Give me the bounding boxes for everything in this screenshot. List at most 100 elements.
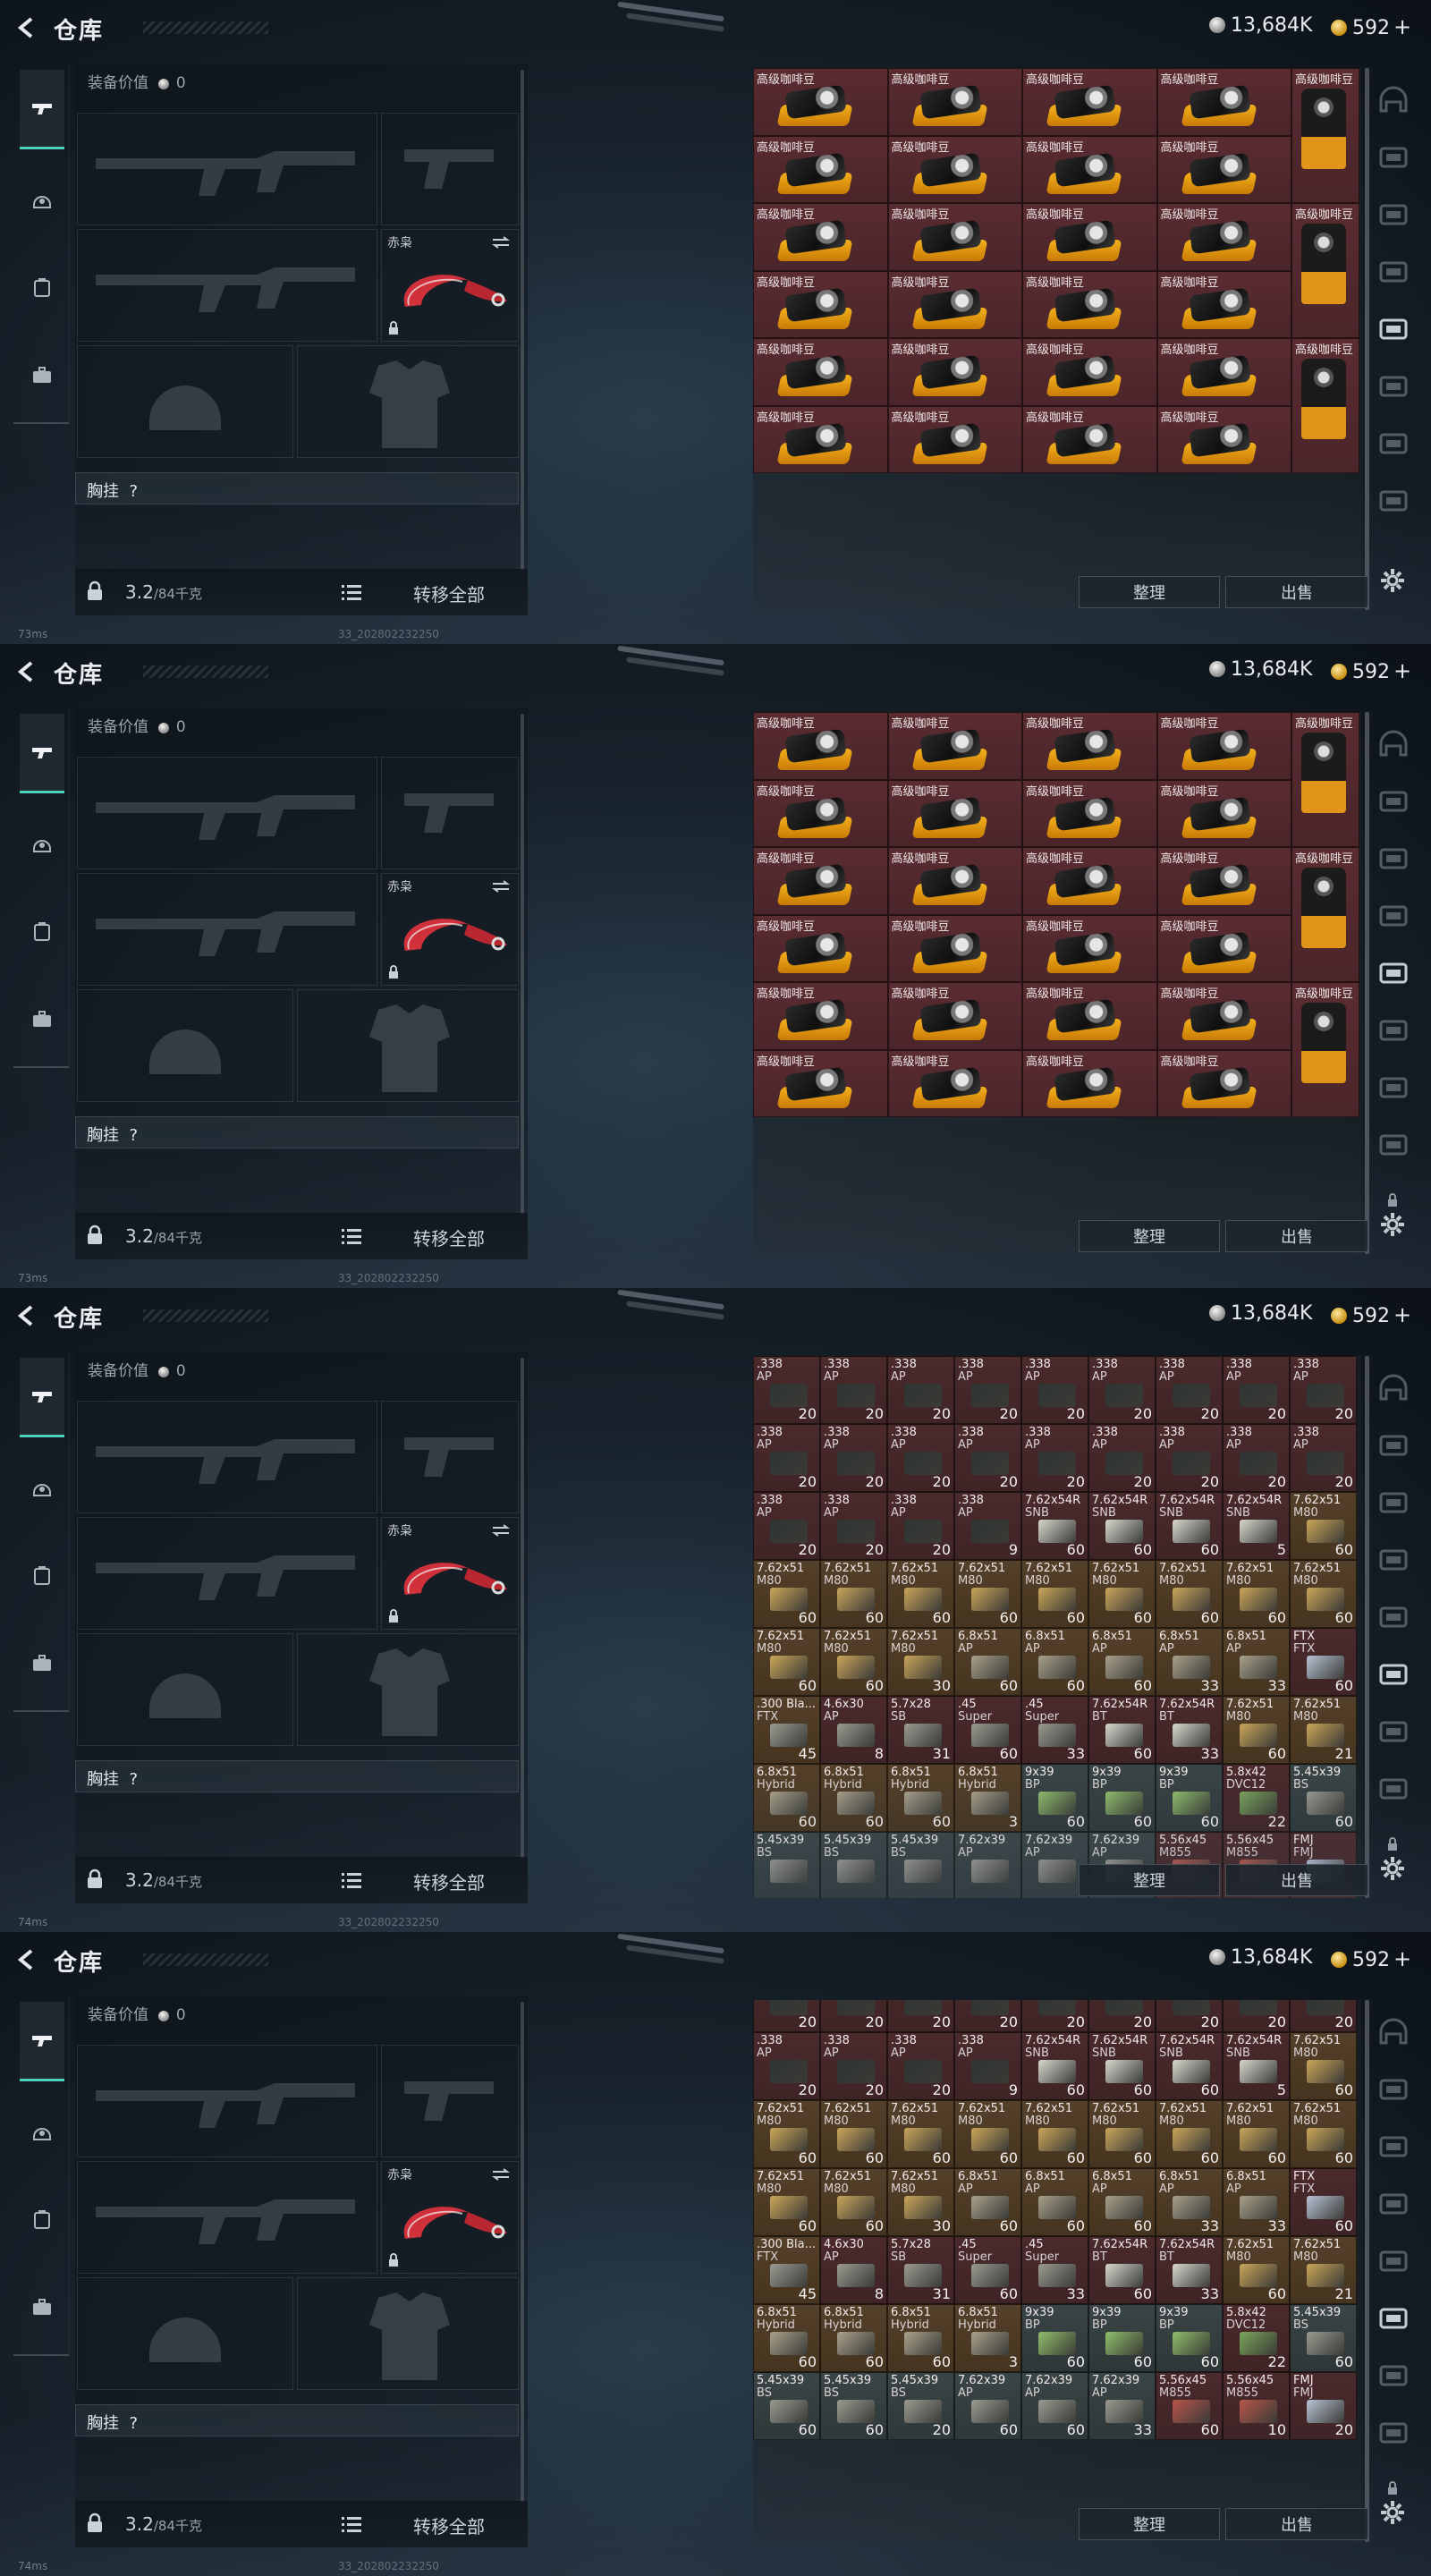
swap-icon[interactable] [491, 2167, 511, 2182]
storage-tab-2-icon[interactable] [1374, 195, 1413, 234]
ammo-item[interactable]: .338 AP 20 [887, 1492, 954, 1560]
ammo-item[interactable]: 5.45x39 BS 60 [1290, 2304, 1357, 2372]
list-icon[interactable] [342, 1871, 361, 1889]
armor-tab[interactable] [20, 179, 64, 224]
storage-tab-7-icon[interactable] [1374, 1769, 1413, 1809]
ammo-item[interactable]: 7.62x51 M80 60 [1223, 2100, 1290, 2168]
ammo-item[interactable]: .338 AP 20 [887, 2032, 954, 2100]
ammo-item[interactable]: AP 20 [1290, 2000, 1357, 2032]
melee-slot[interactable]: 赤枭 [381, 229, 519, 342]
coffee-item[interactable]: 高级咖啡豆 [1022, 847, 1157, 915]
ammo-item[interactable]: 6.8x51 AP 60 [1088, 2168, 1156, 2236]
armor-tab[interactable] [20, 1467, 64, 1512]
armor-slot[interactable] [297, 2277, 519, 2390]
ammo-item[interactable]: 5.45x39 BS [887, 1832, 954, 1898]
ammo-item[interactable]: 7.62x51 M80 60 [1223, 1696, 1290, 1764]
ammo-item[interactable]: 7.62x39 AP [954, 1832, 1021, 1898]
backpack-tab[interactable] [20, 2197, 64, 2241]
equipment-scrollbar[interactable] [521, 70, 524, 571]
weight-lock-icon[interactable] [86, 1868, 104, 1890]
coffee-item[interactable]: 高级咖啡豆 [887, 914, 1022, 982]
storage-tab-5-icon[interactable] [1374, 1655, 1413, 1694]
ammo-item[interactable]: .338 AP 20 [1290, 1356, 1357, 1424]
transfer-all-button[interactable]: 转移全部 [413, 1224, 485, 1250]
coffee-item[interactable]: 高级咖啡豆 [1022, 270, 1157, 338]
transfer-all-button[interactable]: 转移全部 [413, 1868, 485, 1894]
tab-home-icon[interactable] [1374, 724, 1413, 764]
storage-tab-3-icon[interactable] [1374, 2184, 1413, 2224]
coffee-item[interactable]: 高级咖啡豆 [753, 203, 888, 271]
storage-tab-4-icon[interactable] [1374, 2241, 1413, 2281]
coffee-item[interactable]: 高级咖啡豆 [887, 1049, 1022, 1117]
storage-tab-4-icon[interactable] [1374, 309, 1413, 349]
sell-button[interactable]: 出售 [1225, 1220, 1368, 1252]
storage-tab-6-icon[interactable] [1374, 1712, 1413, 1751]
backpack-tab[interactable] [20, 909, 64, 953]
ammo-item[interactable]: FTX FTX 60 [1290, 1628, 1357, 1696]
ammo-item[interactable]: 7.62x51 M80 60 [887, 1560, 954, 1628]
ammo-item[interactable]: 9x39 BP 60 [1156, 1764, 1223, 1832]
ammo-item[interactable]: 7.62x51 M80 60 [1223, 2236, 1290, 2304]
settings-gear-icon[interactable] [1379, 2499, 1406, 2526]
ammo-item[interactable]: 6.8x51 AP 33 [1156, 2168, 1223, 2236]
ammo-item[interactable]: .45 Super 33 [1021, 2236, 1088, 2304]
chest-rig-slot[interactable]: 胸挂 ? [75, 1116, 519, 1148]
armor-slot[interactable] [297, 989, 519, 1102]
helmet-slot[interactable] [77, 1633, 293, 1746]
melee-slot[interactable]: 赤枭 [381, 873, 519, 986]
ammo-item[interactable]: 7.62x54R SNB 60 [1088, 1492, 1156, 1560]
ammo-item[interactable]: 5.8x42 DVC12 22 [1223, 2304, 1290, 2372]
ammo-item[interactable]: .338 AP 20 [887, 1356, 954, 1424]
helmet-slot[interactable] [77, 2277, 293, 2390]
gold-currency[interactable]: 592 + [1331, 1946, 1411, 1971]
list-icon[interactable] [342, 2515, 361, 2533]
ammo-item[interactable]: .338 AP 20 [1021, 1356, 1088, 1424]
chest-rig-slot[interactable]: 胸挂 ? [75, 1760, 519, 1792]
ammo-item[interactable]: 7.62x51 M80 60 [1290, 2100, 1357, 2168]
coffee-item[interactable]: 高级咖啡豆 [1156, 68, 1291, 136]
sort-button[interactable]: 整理 [1079, 2508, 1220, 2540]
ammo-item[interactable]: 7.62x39 AP 60 [1021, 2372, 1088, 2440]
ammo-item[interactable]: 7.62x51 M80 60 [1223, 1560, 1290, 1628]
storage-scrollbar[interactable] [1365, 1356, 1369, 1898]
sell-button[interactable]: 出售 [1225, 2508, 1368, 2540]
swap-icon[interactable] [491, 1523, 511, 1538]
ammo-item[interactable]: 5.45x39 BS 20 [887, 2372, 954, 2440]
storage-scrollbar[interactable] [1365, 68, 1369, 610]
ammo-item[interactable]: 7.62x51 M80 21 [1290, 1696, 1357, 1764]
ammo-item[interactable]: 6.8x51 Hybrid 60 [820, 1764, 887, 1832]
primary-weapon-slot[interactable] [77, 2045, 377, 2157]
add-gold-icon[interactable]: + [1393, 14, 1411, 39]
armor-slot[interactable] [297, 345, 519, 458]
primary-weapon-slot[interactable] [77, 757, 377, 869]
ammo-item[interactable]: 7.62x51 M80 60 [820, 1560, 887, 1628]
storage-tab-2-icon[interactable] [1374, 1483, 1413, 1522]
ammo-item[interactable]: 7.62x51 M80 60 [1290, 2032, 1357, 2100]
sort-button[interactable]: 整理 [1079, 1220, 1220, 1252]
ammo-item[interactable]: 7.62x51 M80 60 [753, 2100, 820, 2168]
storage-tab-1-icon[interactable] [1374, 2070, 1413, 2109]
coffee-item[interactable]: 高级咖啡豆 [1022, 405, 1157, 473]
ammo-item[interactable]: 5.45x39 BS 60 [1290, 1764, 1357, 1832]
ammo-item[interactable]: .45 Super 60 [954, 2236, 1021, 2304]
ammo-item[interactable]: .338 AP 20 [753, 1356, 820, 1424]
ammo-item[interactable]: 9x39 BP 60 [1021, 2304, 1088, 2372]
ammo-item[interactable]: 7.62x51 M80 60 [753, 1628, 820, 1696]
storage-tab-6-icon[interactable] [1374, 1068, 1413, 1107]
armor-tab[interactable] [20, 823, 64, 868]
primary-weapon-slot[interactable] [77, 113, 377, 225]
coffee-item[interactable]: 高级咖啡豆 [753, 982, 888, 1050]
ammo-item[interactable]: 7.62x54R SNB 60 [1021, 1492, 1088, 1560]
storage-tab-6-icon[interactable] [1374, 2356, 1413, 2395]
ammo-item[interactable]: 6.8x51 AP 33 [1223, 1628, 1290, 1696]
coffee-item[interactable]: 高级咖啡豆 [1022, 982, 1157, 1050]
ammo-item[interactable]: 7.62x51 M80 30 [887, 1628, 954, 1696]
ammo-item[interactable]: 7.62x54R SNB 60 [1156, 2032, 1223, 2100]
back-arrow-icon[interactable] [14, 1303, 39, 1328]
swap-icon[interactable] [491, 235, 511, 250]
ammo-item[interactable]: 6.8x51 AP 60 [1088, 1628, 1156, 1696]
ammo-item[interactable]: 7.62x51 M80 21 [1290, 2236, 1357, 2304]
weapons-tab[interactable] [20, 1358, 64, 1437]
list-icon[interactable] [342, 1227, 361, 1245]
ammo-item[interactable]: 7.62x54R SNB 60 [1021, 2032, 1088, 2100]
